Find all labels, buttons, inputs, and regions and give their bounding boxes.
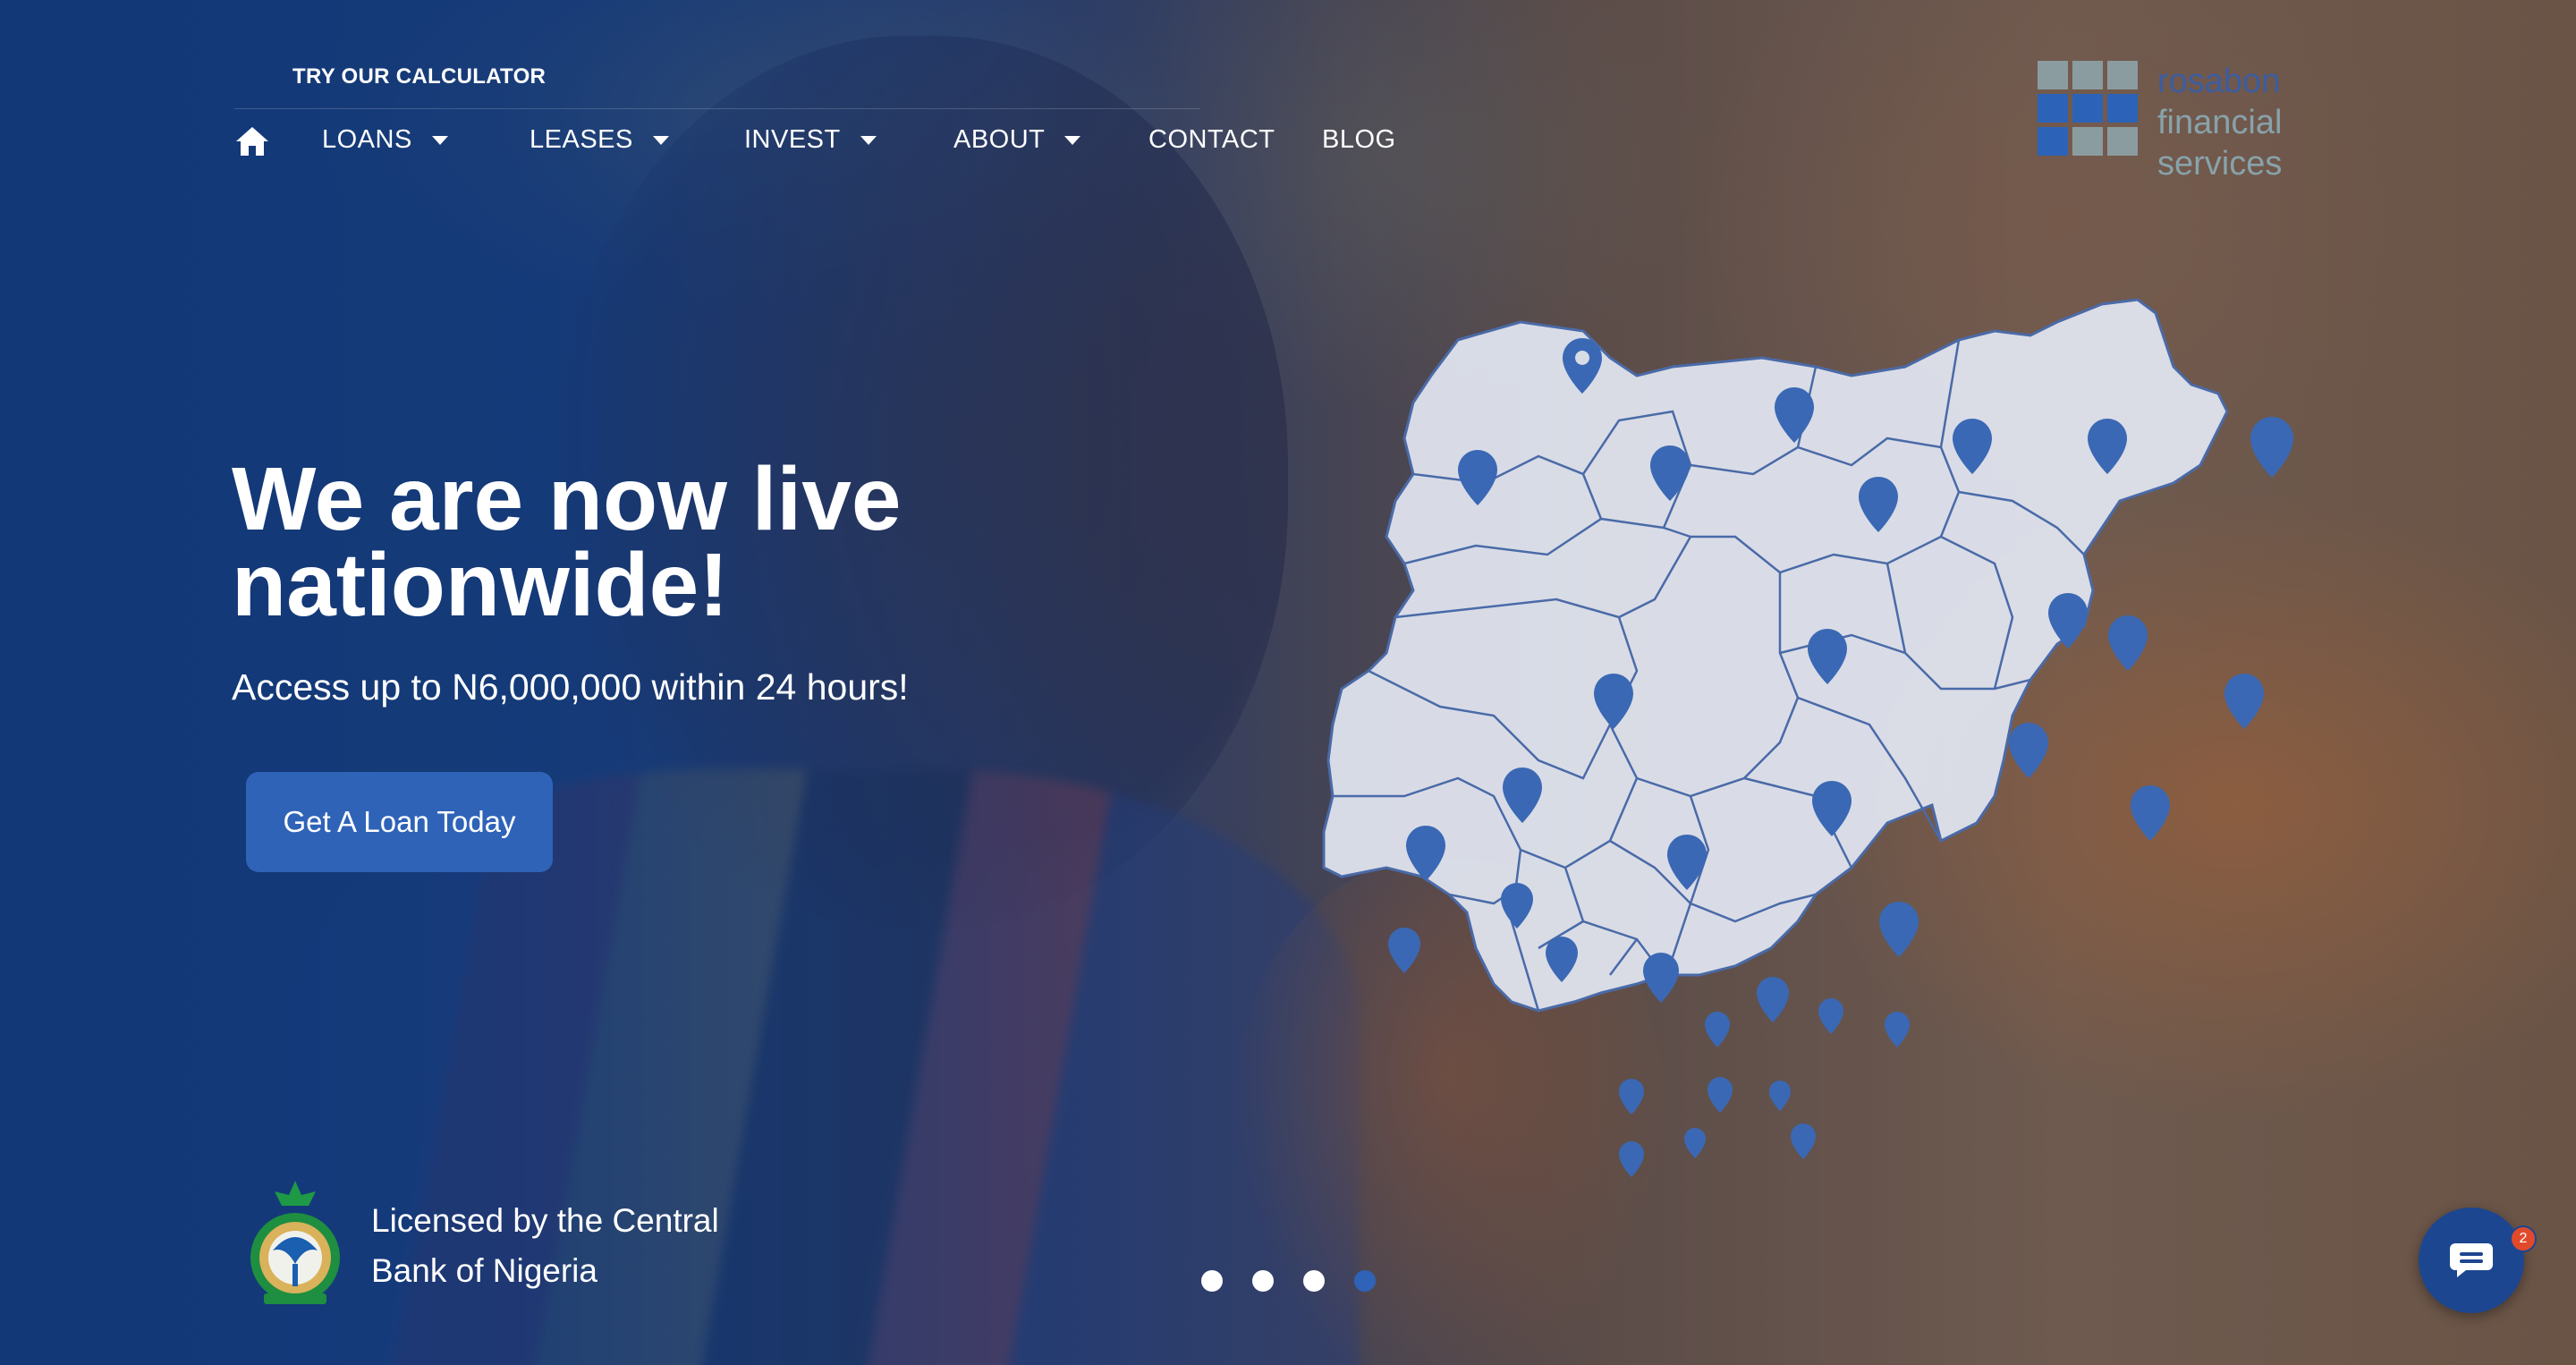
nav-divider — [234, 108, 1200, 109]
map-pin-icon — [1707, 1077, 1733, 1113]
nav-item-label: LOANS — [322, 125, 412, 154]
map-pin-icon — [1619, 1141, 1644, 1177]
slider-dot-1[interactable] — [1201, 1270, 1223, 1292]
chat-widget-button[interactable] — [2419, 1208, 2524, 1313]
map-pin-icon — [2108, 615, 2148, 671]
map-pin-icon — [1705, 1012, 1730, 1047]
hero-subtitle: Access up to N6,000,000 within 24 hours! — [232, 666, 909, 708]
cbn-seal-icon — [250, 1181, 340, 1304]
nav-item-about[interactable]: ABOUT — [953, 125, 1081, 155]
map-pin-icon — [1619, 1079, 1644, 1115]
nav-item-invest[interactable]: INVEST — [744, 125, 877, 155]
nav-item-contact[interactable]: CONTACT — [1148, 125, 1275, 155]
map-pin-icon — [2224, 674, 2264, 729]
map-pin-icon — [1791, 1123, 1816, 1159]
nav-item-leases[interactable]: LEASES — [530, 125, 669, 155]
get-loan-button[interactable]: Get A Loan Today — [246, 772, 553, 872]
map-pin-icon — [1643, 953, 1679, 1003]
map-pin-icon — [2009, 723, 2048, 778]
map-pin-icon — [1885, 1012, 1910, 1047]
chevron-down-icon — [431, 135, 448, 145]
brand-logo[interactable]: rosabon financial services — [2038, 61, 2282, 184]
license-line-2: Bank of Nigeria — [371, 1252, 597, 1289]
map-pin-icon — [1818, 998, 1843, 1034]
map-pin-icon — [2250, 417, 2293, 478]
nav-home-link[interactable] — [234, 125, 270, 157]
map-pin-icon — [1769, 1081, 1791, 1111]
calculator-link[interactable]: TRY OUR CALCULATOR — [292, 64, 546, 89]
nav-item-label: ABOUT — [953, 125, 1046, 154]
slider-pagination — [1201, 1270, 1376, 1292]
license-text: Licensed by the Central Bank of Nigeria — [371, 1196, 719, 1296]
nav-item-label: INVEST — [744, 125, 841, 154]
map-pin-icon — [1388, 928, 1420, 973]
nav-item-label: LEASES — [530, 125, 633, 154]
license-line-1: Licensed by the Central — [371, 1202, 719, 1239]
nav-item-label: BLOG — [1322, 125, 1396, 154]
chevron-down-icon — [1064, 135, 1081, 145]
logo-line-2: financial — [2157, 104, 2283, 141]
logo-line-1: rosabon — [2157, 63, 2281, 100]
slider-dot-3[interactable] — [1303, 1270, 1325, 1292]
hero-title: We are now live nationwide! — [232, 454, 1171, 630]
chevron-down-icon — [652, 135, 669, 145]
home-icon — [236, 127, 268, 156]
map-pin-icon — [1879, 902, 1919, 957]
license-block: Licensed by the Central Bank of Nigeria — [246, 1179, 719, 1313]
logo-mark-icon — [2038, 61, 2138, 184]
slider-dot-2[interactable] — [1252, 1270, 1274, 1292]
map-pin-icon — [1684, 1128, 1706, 1158]
main-nav — [234, 123, 270, 159]
hero-title-line-2: nationwide! — [232, 535, 729, 635]
chat-notification-badge: 2 — [2510, 1225, 2537, 1252]
nav-item-blog[interactable]: BLOG — [1322, 125, 1396, 155]
logo-line-3: services — [2157, 145, 2283, 182]
slider-dot-4[interactable] — [1354, 1270, 1376, 1292]
map-pin-icon — [1757, 977, 1789, 1022]
map-pin-icon — [2131, 785, 2170, 841]
chat-icon — [2450, 1243, 2493, 1277]
chevron-down-icon — [860, 135, 877, 145]
nigeria-map — [1322, 298, 2293, 1177]
nav-item-label: CONTACT — [1148, 125, 1275, 154]
nav-item-loans[interactable]: LOANS — [322, 125, 448, 155]
logo-wordmark: rosabon financial services — [2157, 61, 2282, 184]
